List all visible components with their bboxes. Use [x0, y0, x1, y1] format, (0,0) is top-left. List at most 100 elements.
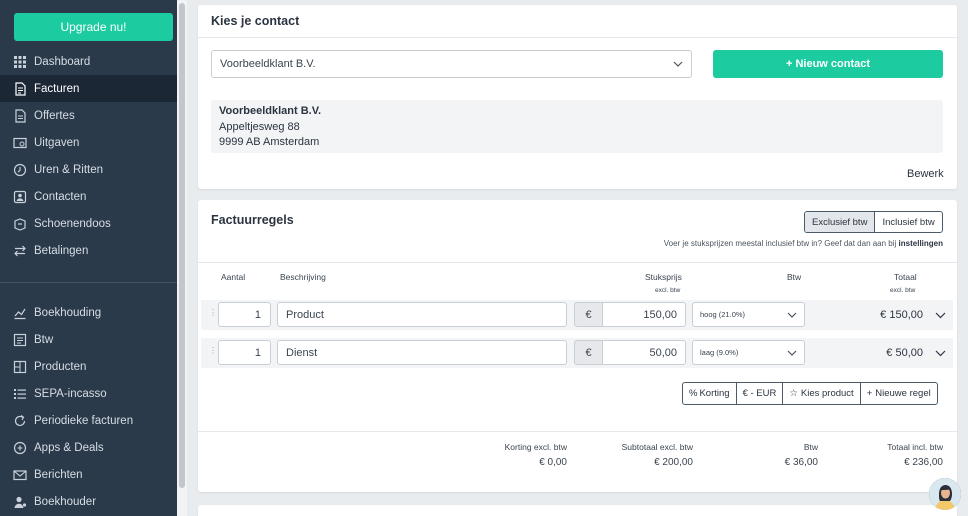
sidebar-item-offertes[interactable]: Offertes — [0, 102, 177, 129]
btw-hint: Voer je stuksprijzen meestal inclusief b… — [664, 239, 943, 248]
toggle-inclusive-btw[interactable]: Inclusief btw — [875, 212, 941, 232]
toggle-exclusive-btw[interactable]: Exclusief btw — [805, 212, 876, 232]
sidebar-item-facturen[interactable]: Facturen — [0, 75, 177, 102]
sidebar-item-label: Periodieke facturen — [34, 414, 134, 427]
support-avatar[interactable] — [929, 478, 961, 510]
contact-select-value: Voorbeeldklant B.V. — [220, 58, 316, 70]
contact-card-title: Kies je contact — [211, 14, 300, 28]
quote-icon — [13, 108, 27, 123]
sidebar-item-label: Boekhouding — [34, 306, 102, 319]
chevron-down-icon — [787, 312, 797, 318]
sidebar-item-apps[interactable]: Apps & Deals — [0, 434, 177, 461]
sidebar-item-producten[interactable]: Producten — [0, 353, 177, 380]
chevron-down-icon[interactable] — [935, 312, 946, 319]
sidebar-item-label: Dashboard — [34, 55, 91, 68]
sidebar-item-dashboard[interactable]: Dashboard — [0, 48, 177, 75]
row-total: € 50,00 — [886, 347, 923, 359]
discount-label: Korting — [699, 388, 730, 399]
sidebar-item-label: Berichten — [34, 468, 83, 481]
contact-card: Kies je contact Voorbeeldklant B.V. + Ni… — [198, 5, 957, 189]
sidebar-item-label: Btw — [34, 333, 54, 346]
box-icon — [13, 217, 27, 231]
btw-hint-text: Voer je stuksprijzen meestal inclusief b… — [663, 239, 897, 248]
grand-total-label: Totaal incl. btw — [887, 442, 943, 452]
btw-select[interactable]: hoog (21.0%) — [692, 302, 805, 327]
chart-icon — [13, 306, 27, 320]
sidebar-item-periodieke[interactable]: Periodieke facturen — [0, 407, 177, 434]
sidebar-divider — [0, 282, 177, 283]
contact-icon — [13, 190, 27, 204]
sidebar-item-label: Offertes — [34, 109, 75, 122]
sidebar-item-label: Producten — [34, 360, 87, 373]
mail-icon — [13, 468, 27, 482]
drag-handle-icon[interactable]: ⋮ — [209, 308, 217, 317]
avatar-icon — [929, 478, 961, 510]
percent-icon: % — [689, 388, 698, 399]
price-input[interactable]: 50,00 — [602, 340, 686, 365]
new-line-label: Nieuwe regel — [875, 388, 931, 399]
edit-contact-link[interactable]: Bewerk — [907, 168, 944, 180]
quantity-input[interactable]: 1 — [218, 302, 271, 327]
sidebar-item-berichten[interactable]: Berichten — [0, 461, 177, 488]
discount-total-value: € 0,00 — [539, 457, 567, 468]
divider — [198, 431, 957, 432]
subtotal-label: Subtotaal excl. btw — [621, 442, 693, 452]
sidebar-item-btw[interactable]: Btw — [0, 326, 177, 353]
address-street: Appeltjesweg 88 — [219, 120, 300, 133]
sidebar-item-schoenendoos[interactable]: Schoenendoos — [0, 210, 177, 237]
currency-symbol: € — [574, 302, 603, 327]
expenses-icon — [13, 136, 27, 150]
product-icon — [13, 360, 27, 374]
new-line-button[interactable]: + Nieuwe regel — [861, 383, 937, 404]
upgrade-button[interactable]: Upgrade nu! — [14, 13, 173, 41]
sidebar-item-label: Uren & Ritten — [34, 163, 104, 176]
scrollbar-thumb[interactable] — [179, 3, 185, 488]
sidebar-item-sepa[interactable]: SEPA-incasso — [0, 380, 177, 407]
line-actions: % Korting € - EUR ☆ Kies product + Nieuwe r… — [682, 382, 938, 405]
plus-icon: + — [866, 388, 873, 399]
btw-total-label: Btw — [803, 442, 818, 452]
address-name: Voorbeeldklant B.V. — [219, 105, 322, 117]
sidebar-item-betalingen[interactable]: Betalingen — [0, 237, 177, 264]
list-icon — [13, 387, 27, 401]
tax-icon — [13, 333, 27, 347]
invoice-icon — [13, 81, 27, 96]
description-input[interactable]: Product — [277, 302, 567, 327]
sidebar-item-boekhouding[interactable]: Boekhouding — [0, 299, 177, 326]
choose-product-label: Kies product — [800, 388, 854, 399]
btw-select[interactable]: laag (9.0%) — [692, 340, 805, 365]
person-icon — [13, 495, 27, 509]
sidebar-item-contacten[interactable]: Contacten — [0, 183, 177, 210]
header-aantal: Aantal — [221, 272, 246, 282]
btw-select-value: hoog (21.0%) — [700, 310, 746, 319]
sidebar-item-uren[interactable]: Uren & Ritten — [0, 156, 177, 183]
btw-total-value: € 36,00 — [784, 457, 818, 468]
price-input[interactable]: 150,00 — [602, 302, 686, 327]
invoice-lines-title: Factuurregels — [211, 213, 294, 227]
contact-select[interactable]: Voorbeeldklant B.V. — [211, 50, 692, 78]
invoice-lines-card: Factuurregels Exclusief btw Inclusief bt… — [198, 200, 957, 492]
quantity-input[interactable]: 1 — [218, 340, 271, 365]
drag-handle-icon[interactable]: ⋮ — [209, 346, 217, 355]
discount-button[interactable]: % Korting — [683, 383, 737, 404]
sidebar-item-boekhouder[interactable]: Boekhouder — [0, 488, 177, 515]
header-stuksprijs-sub: excl. btw — [655, 287, 681, 294]
currency-button[interactable]: € - EUR — [737, 383, 784, 404]
sidebar-item-label: Boekhouder — [34, 495, 97, 508]
new-contact-button[interactable]: + Nieuw contact — [713, 50, 943, 78]
settings-link[interactable]: instellingen — [899, 239, 943, 248]
btw-mode-toggle: Exclusief btw Inclusief btw — [804, 211, 943, 233]
description-input[interactable]: Dienst — [277, 340, 567, 365]
clock-icon — [13, 163, 27, 177]
sidebar-scrollbar[interactable] — [177, 0, 187, 516]
sidebar: Upgrade nu! Dashboard Facturen Offertes … — [0, 0, 177, 516]
transfer-icon — [13, 244, 27, 258]
star-icon: ☆ — [789, 388, 798, 399]
sidebar-item-uitgaven[interactable]: Uitgaven — [0, 129, 177, 156]
sidebar-item-label: Betalingen — [34, 244, 89, 257]
choose-product-button[interactable]: ☆ Kies product — [783, 383, 861, 404]
sidebar-item-label: Facturen — [34, 82, 80, 95]
chevron-down-icon[interactable] — [935, 350, 946, 357]
sidebar-item-label: Uitgaven — [34, 136, 80, 149]
subtotal-value: € 200,00 — [654, 457, 693, 468]
